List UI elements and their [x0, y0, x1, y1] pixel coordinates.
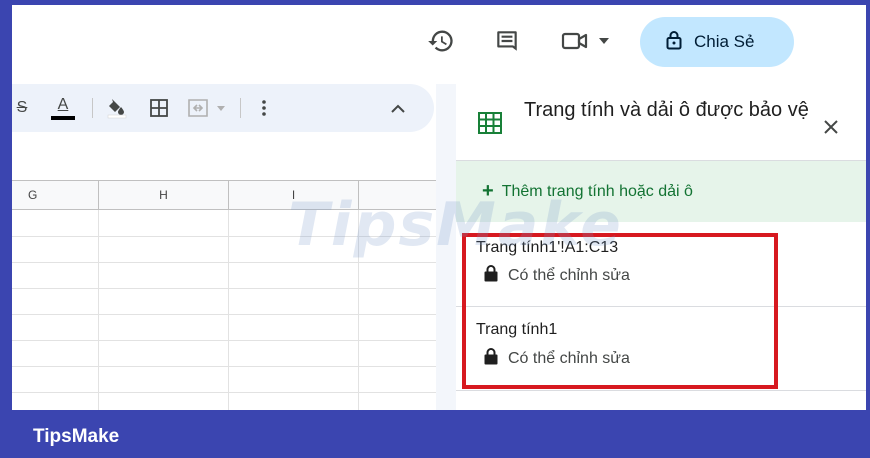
- footer-brand: TipsMake: [33, 426, 120, 447]
- borders-icon[interactable]: [144, 84, 174, 132]
- close-icon[interactable]: [816, 112, 846, 142]
- frame-left: [0, 0, 12, 410]
- frame-right: [866, 0, 870, 410]
- spreadsheet-grid[interactable]: G H I: [12, 180, 436, 410]
- strikethrough-icon[interactable]: S: [12, 84, 32, 132]
- column-header-i[interactable]: I: [229, 180, 359, 210]
- grid-row-line: [12, 314, 436, 315]
- grid-row-line: [12, 392, 436, 393]
- text-color-swatch: [51, 115, 75, 120]
- grid-column-line: [228, 210, 229, 410]
- text-color-icon[interactable]: A: [48, 84, 78, 132]
- caret-down-icon[interactable]: [594, 26, 614, 56]
- panel-gutter: [436, 84, 456, 410]
- frame-top: [0, 0, 870, 5]
- column-header-blank[interactable]: [359, 180, 436, 210]
- grid-row-line: [12, 262, 436, 263]
- grid-row-line: [12, 288, 436, 289]
- sheets-table-icon: [478, 112, 502, 139]
- plus-icon: +: [482, 180, 494, 202]
- grid-column-line: [98, 210, 99, 410]
- grid-row-line: [12, 236, 436, 237]
- footer-bar: TipsMake: [0, 410, 870, 458]
- fill-color-icon[interactable]: [102, 84, 132, 132]
- merge-dropdown-icon[interactable]: [214, 84, 228, 132]
- lock-icon: [666, 30, 682, 55]
- share-label: Chia Sẻ: [694, 32, 755, 51]
- add-label: Thêm trang tính hoặc dải ô: [501, 182, 693, 200]
- toolbar-separator: [92, 98, 93, 118]
- item-divider: [456, 390, 866, 391]
- column-header-g[interactable]: G: [12, 180, 99, 210]
- history-icon[interactable]: [426, 26, 456, 56]
- more-vert-icon[interactable]: [254, 84, 274, 132]
- column-header-h[interactable]: H: [99, 180, 229, 210]
- merge-cells-icon[interactable]: [184, 84, 212, 132]
- chevron-up-icon[interactable]: [386, 84, 410, 132]
- panel-title: Trang tính và dải ô được bảo vệ: [524, 99, 809, 121]
- grid-row-line: [12, 340, 436, 341]
- comment-icon[interactable]: [492, 26, 522, 56]
- highlight-box: [462, 233, 778, 389]
- toolbar-separator: [240, 98, 241, 118]
- grid-column-line: [358, 210, 359, 410]
- toolbar: S A: [12, 84, 434, 132]
- video-call-icon[interactable]: [560, 26, 590, 56]
- grid-row-line: [12, 366, 436, 367]
- add-sheet-or-range-button[interactable]: + Thêm trang tính hoặc dải ô: [456, 161, 866, 222]
- share-button[interactable]: Chia Sẻ: [640, 17, 794, 67]
- formula-bar[interactable]: [12, 146, 434, 180]
